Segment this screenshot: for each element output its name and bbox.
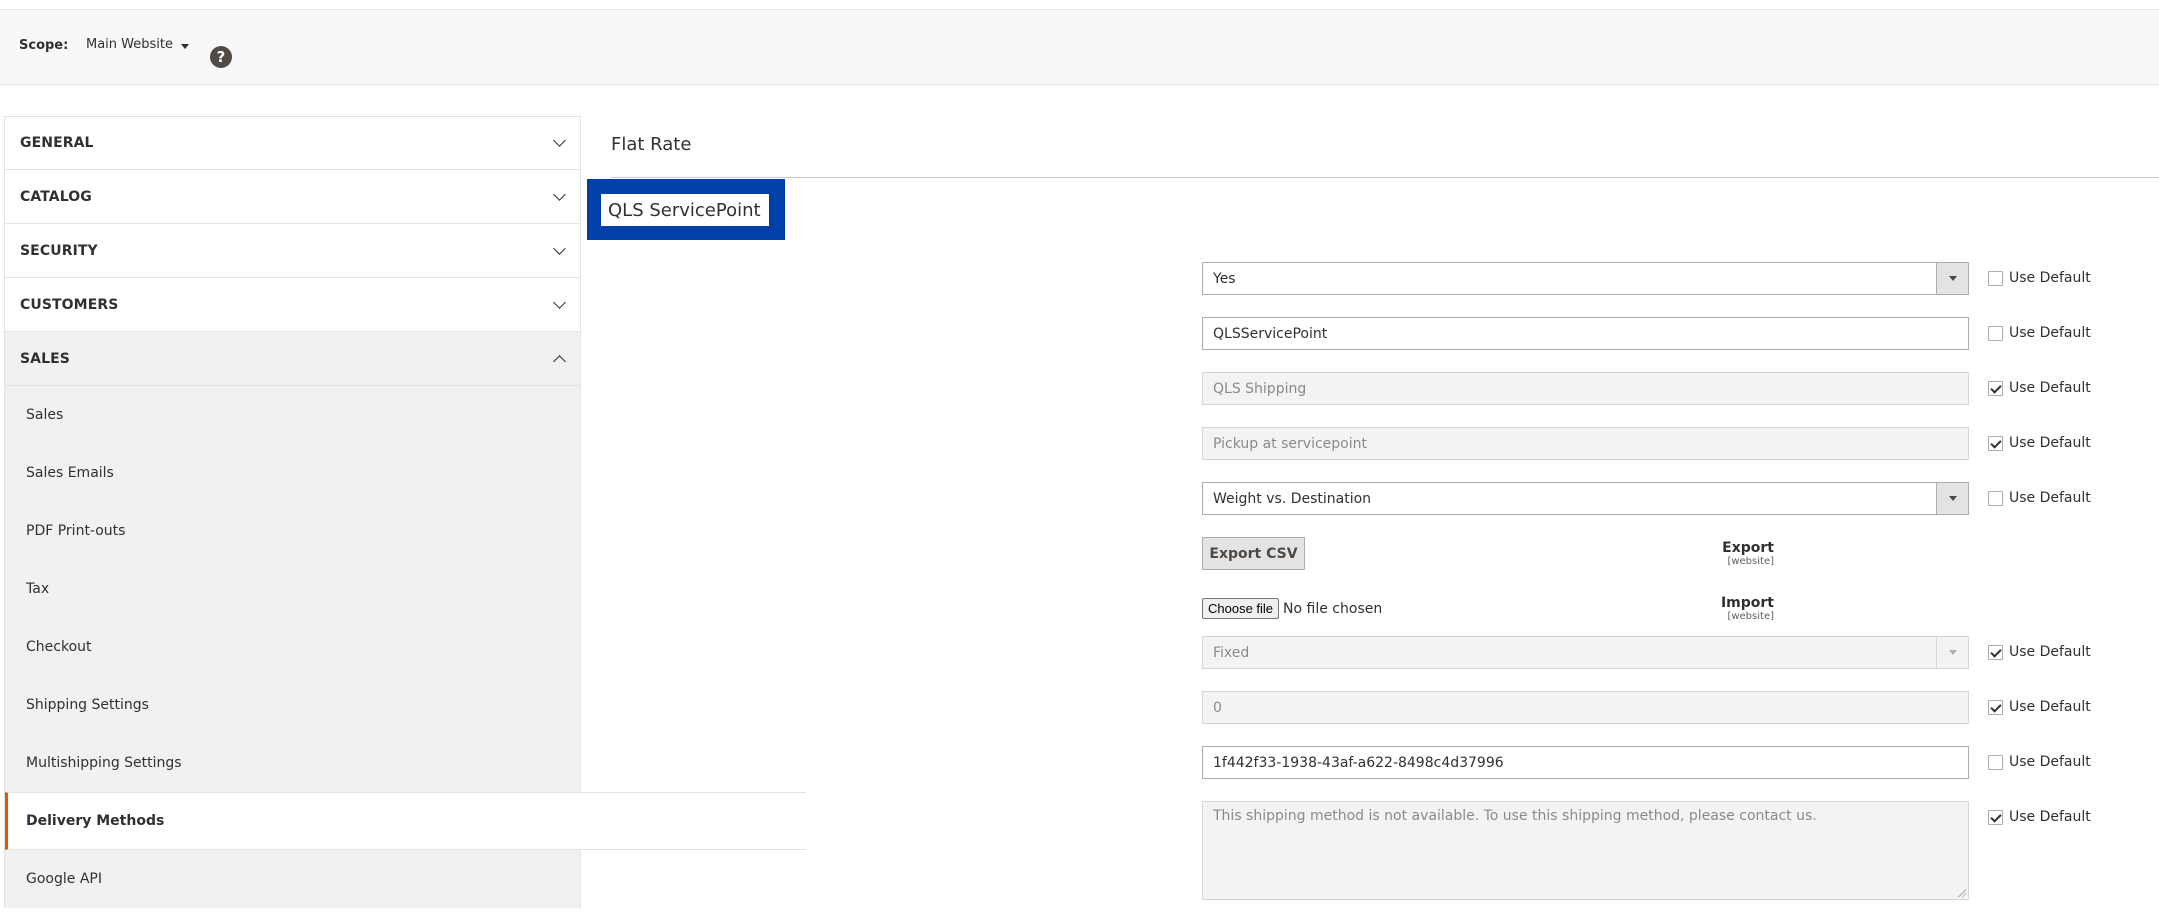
scope-switcher-bar: Scope: Main Website ? — [0, 9, 2159, 85]
input-value: 0 — [1213, 699, 1222, 716]
config-sidebar: GENERAL CATALOG SECURITY CUSTOMERS SALES… — [4, 116, 806, 908]
use-default-label: Use Default — [2009, 699, 2091, 715]
dropdown-arrow-icon — [1948, 496, 1957, 501]
section-title: CATALOG — [20, 188, 92, 205]
sidebar-item-multishipping-settings[interactable]: Multishipping Settings — [5, 734, 580, 792]
import-file-input: Choose file No file chosen — [1202, 598, 1382, 619]
company-id-input[interactable]: 1f442f33-1938-43af-a622-8498c4d37996 — [1202, 746, 1969, 779]
highlight-box: QLS ServicePoint — [587, 179, 785, 240]
group-header-qls-servicepoint[interactable]: QLS ServicePoint — [601, 194, 769, 226]
sidebar-item-delivery-methods[interactable]: Delivery Methods — [5, 792, 806, 850]
sidebar-item-checkout[interactable]: Checkout — [5, 618, 580, 676]
sidebar-section-sales[interactable]: SALES — [4, 332, 581, 386]
chevron-down-icon — [553, 187, 566, 201]
sidebar-item-shipping-settings[interactable]: Shipping Settings — [5, 676, 580, 734]
section-title: GENERAL — [20, 135, 94, 151]
dropdown-arrow-icon — [1948, 650, 1957, 655]
scope-dropdown[interactable]: Main Website — [86, 37, 189, 52]
chevron-down-icon — [553, 295, 566, 309]
use-default-label: Use Default — [2009, 809, 2091, 825]
section-title: CUSTOMERS — [20, 296, 119, 313]
textarea-value: This shipping method is not available. T… — [1213, 808, 1817, 824]
checkbox[interactable] — [1988, 270, 2003, 286]
servicepoint-button-caption-input[interactable]: Pickup at servicepoint — [1202, 427, 1969, 460]
input-value: Pickup at servicepoint — [1213, 435, 1367, 452]
use-default-label: Use Default — [2009, 644, 2091, 660]
checkbox[interactable] — [1988, 699, 2003, 715]
condition-select[interactable]: Weight vs. Destination — [1202, 482, 1969, 515]
use-default-checkbox[interactable]: Use Default — [1988, 644, 2091, 660]
checkbox[interactable] — [1988, 809, 2003, 825]
resize-handle-icon[interactable] — [1958, 889, 1966, 897]
sidebar-section-security[interactable]: SECURITY — [4, 224, 581, 278]
input-value: QLS Shipping — [1213, 380, 1307, 397]
use-default-label: Use Default — [2009, 270, 2091, 286]
use-default-checkbox[interactable]: Use Default — [1988, 490, 2091, 506]
question-circle-icon[interactable]: ? — [210, 46, 232, 68]
sidebar-section-general[interactable]: GENERAL — [4, 116, 581, 170]
use-default-checkbox[interactable]: Use Default — [1988, 699, 2091, 715]
sales-submenu: Sales Sales Emails PDF Print-outs Tax Ch… — [4, 386, 806, 908]
use-default-checkbox[interactable]: Use Default — [1988, 809, 2091, 825]
use-default-label: Use Default — [2009, 325, 2091, 341]
checkbox[interactable] — [1988, 644, 2003, 660]
scope-label: Scope: — [19, 38, 69, 53]
input-value: QLSServicePoint — [1213, 325, 1328, 342]
divider — [611, 177, 2159, 178]
use-default-label: Use Default — [2009, 490, 2091, 506]
chevron-up-icon — [553, 354, 566, 368]
select-value: Weight vs. Destination — [1213, 490, 1372, 507]
error-message-textarea[interactable]: This shipping method is not available. T… — [1202, 801, 1969, 900]
chevron-down-icon — [553, 134, 566, 147]
export-csv-button[interactable]: Export CSV — [1202, 537, 1305, 570]
sidebar-section-customers[interactable]: CUSTOMERS — [4, 278, 581, 332]
sidebar-section-catalog[interactable]: CATALOG — [4, 170, 581, 224]
use-default-checkbox[interactable]: Use Default — [1988, 754, 2091, 770]
chevron-down-icon — [553, 241, 566, 255]
sidebar-item-pdf-print-outs[interactable]: PDF Print-outs — [5, 502, 580, 560]
sidebar-item-sales-emails[interactable]: Sales Emails — [5, 444, 580, 502]
section-title: SALES — [20, 350, 70, 367]
use-default-label: Use Default — [2009, 754, 2091, 770]
section-title: SECURITY — [20, 242, 98, 259]
sidebar-item-tax[interactable]: Tax — [5, 560, 580, 618]
use-default-checkbox[interactable]: Use Default — [1988, 270, 2091, 286]
select-value: Fixed — [1213, 644, 1250, 661]
checkbox[interactable] — [1988, 325, 2003, 341]
use-default-checkbox[interactable]: Use Default — [1988, 325, 2091, 341]
file-status: No file chosen — [1283, 600, 1383, 617]
select-value: Yes — [1213, 270, 1236, 287]
use-default-checkbox[interactable]: Use Default — [1988, 380, 2091, 396]
calculate-handling-fee-select[interactable]: Fixed — [1202, 636, 1969, 669]
caret-down-icon — [181, 43, 189, 49]
group-header-flat-rate[interactable]: Flat Rate — [611, 134, 691, 155]
handling-fee-input[interactable]: 0 — [1202, 691, 1969, 724]
choose-file-button[interactable]: Choose file — [1202, 598, 1280, 619]
use-default-label: Use Default — [2009, 380, 2091, 396]
checkbox[interactable] — [1988, 435, 2003, 451]
title-input[interactable]: QLSServicePoint — [1202, 317, 1969, 350]
checkbox[interactable] — [1988, 754, 2003, 770]
sidebar-item-sales[interactable]: Sales — [5, 386, 580, 444]
input-value: 1f442f33-1938-43af-a622-8498c4d37996 — [1213, 754, 1504, 771]
dropdown-arrow-icon — [1948, 276, 1957, 281]
checkbox[interactable] — [1988, 490, 2003, 506]
use-default-label: Use Default — [2009, 435, 2091, 451]
sidebar-item-google-api[interactable]: Google API — [5, 850, 580, 908]
use-default-checkbox[interactable]: Use Default — [1988, 435, 2091, 451]
checkbox[interactable] — [1988, 380, 2003, 396]
scope-value: Main Website — [86, 37, 173, 52]
enabled-select[interactable]: Yes — [1202, 262, 1969, 295]
method-name-input[interactable]: QLS Shipping — [1202, 372, 1969, 405]
